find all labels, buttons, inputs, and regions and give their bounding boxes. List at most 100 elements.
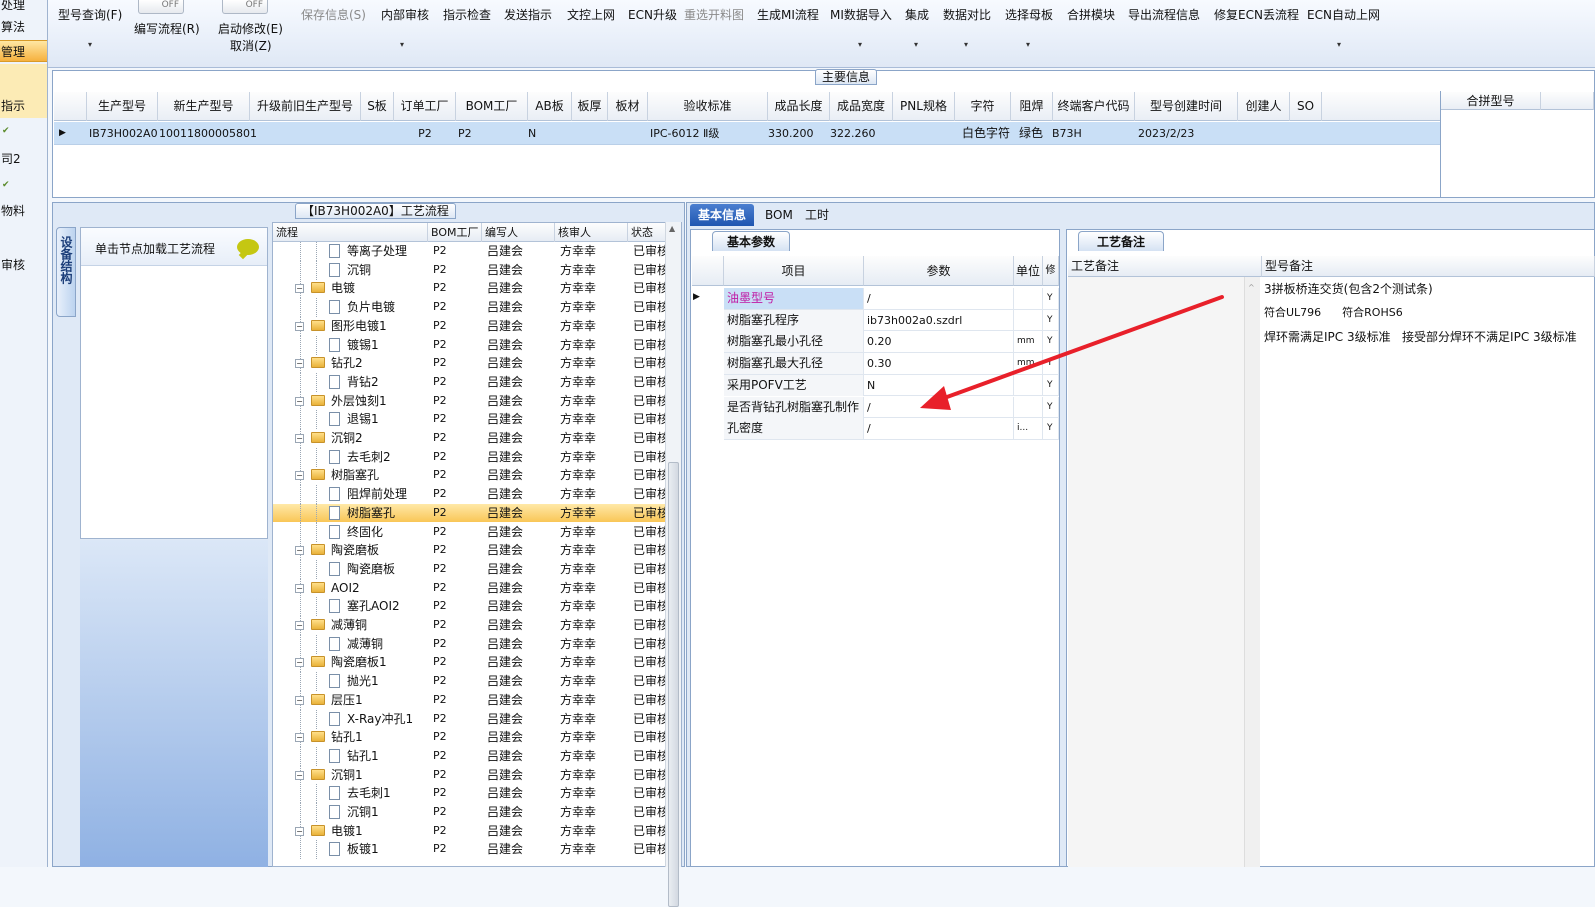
tree-row[interactable]: − 沉铜2 P2 吕建会 方幸幸 已审核 (273, 429, 669, 448)
tree-cell-writer[interactable]: 吕建会 (487, 747, 547, 765)
tree-cell-writer[interactable]: 吕建会 (487, 523, 547, 541)
tree-cell-writer[interactable]: 吕建会 (487, 728, 547, 746)
col-header[interactable]: 合拼型号 (1441, 92, 1541, 110)
tree-cell-writer[interactable]: 吕建会 (487, 597, 547, 615)
col-header[interactable]: 验收标准 (648, 92, 768, 121)
tree-cell-bom[interactable]: P2 (433, 560, 473, 578)
tree-cell-writer[interactable]: 吕建会 (487, 653, 547, 671)
tree-cell-status[interactable]: 已审核 (633, 298, 669, 316)
tree-cell-status[interactable]: 已审核 (633, 635, 669, 653)
col-header[interactable]: 工艺备注 (1068, 256, 1262, 277)
param-cell-value[interactable]: / (864, 288, 1014, 309)
tree-row[interactable]: 退锡1 P2 吕建会 方幸幸 已审核 (273, 410, 669, 430)
tree-cell-status[interactable]: 已审核 (633, 691, 669, 709)
cell-ab-board[interactable]: N (528, 122, 538, 145)
tree-cell-writer[interactable]: 吕建会 (487, 840, 547, 858)
tree-cell-writer[interactable]: 吕建会 (487, 579, 547, 597)
equipment-structure-tab[interactable]: 设备结构 (56, 227, 76, 317)
tree-row[interactable]: 陶瓷磨板 P2 吕建会 方幸幸 已审核 (273, 559, 669, 579)
chevron-down-icon[interactable]: ▾ (1026, 40, 1030, 49)
tree-cell-checker[interactable]: 方幸幸 (560, 485, 620, 503)
tree-cell-status[interactable]: 已审核 (633, 747, 669, 765)
nav-item-management[interactable]: 管理 (0, 40, 47, 62)
tree-cell-writer[interactable]: 吕建会 (487, 784, 547, 802)
tree-cell-bom[interactable]: P2 (433, 298, 473, 316)
tree-row[interactable]: 板镀1 P2 吕建会 方幸幸 已审核 (273, 840, 669, 860)
expander-icon[interactable]: − (295, 770, 304, 780)
scroll-thumb[interactable] (668, 462, 679, 907)
tree-cell-status[interactable]: 已审核 (633, 728, 669, 746)
expander-icon[interactable]: − (295, 695, 304, 705)
tree-cell-checker[interactable]: 方幸幸 (560, 560, 620, 578)
process-tree-grid[interactable]: 流程 BOM工厂 编写人 核审人 状态 等离子处理 P2 吕建会 方幸幸 已审核 沉铜 P2… (272, 222, 682, 867)
tree-cell-checker[interactable]: 方幸幸 (560, 523, 620, 541)
param-cell-item[interactable]: 油墨型号 (724, 288, 864, 309)
generate-mi-flow-button[interactable]: 生成MI流程 (757, 6, 819, 23)
tree-cell-bom[interactable]: P2 (433, 373, 473, 391)
tree-cell-bom[interactable]: P2 (433, 354, 473, 372)
tree-cell-status[interactable]: 已审核 (633, 466, 669, 484)
col-header[interactable]: 终端客户代码 (1053, 92, 1135, 121)
cell-width[interactable]: 322.260 (830, 122, 890, 145)
tree-cell-writer[interactable]: 吕建会 (487, 541, 547, 559)
col-header[interactable]: 流程 (273, 223, 428, 242)
tab-work-hours[interactable]: 工时 (797, 204, 837, 226)
tree-cell-bom[interactable]: P2 (433, 766, 473, 784)
tree-cell-bom[interactable]: P2 (433, 784, 473, 802)
mi-data-import-button[interactable]: MI数据导入 (830, 6, 892, 23)
param-cell-item[interactable]: 树脂塞孔最大孔径 (724, 353, 864, 375)
tree-cell-checker[interactable]: 方幸幸 (560, 448, 620, 466)
tab-process-remarks[interactable]: 工艺备注 (1078, 231, 1164, 251)
tree-cell-checker[interactable]: 方幸幸 (560, 242, 620, 260)
param-cell-unit[interactable] (1014, 288, 1043, 309)
tree-cell-bom[interactable]: P2 (433, 747, 473, 765)
expander-icon[interactable]: − (295, 546, 304, 556)
tree-cell-bom[interactable]: P2 (433, 728, 473, 746)
param-cell-unit[interactable] (1014, 374, 1043, 396)
tree-cell-status[interactable]: 已审核 (633, 653, 669, 671)
tree-cell-status[interactable]: 已审核 (633, 616, 669, 634)
integrate-button[interactable]: 集成 (905, 6, 929, 23)
tree-cell-writer[interactable]: 吕建会 (487, 242, 547, 260)
param-cell-unit[interactable] (1014, 396, 1043, 418)
param-cell-unit[interactable]: mm (1014, 353, 1043, 375)
tree-cell-writer[interactable]: 吕建会 (487, 392, 547, 410)
tree-cell-checker[interactable]: 方幸幸 (560, 541, 620, 559)
tree-row[interactable]: − 层压1 P2 吕建会 方幸幸 已审核 (273, 690, 669, 710)
tree-cell-name[interactable]: 阻焊前处理 (347, 485, 437, 503)
tree-cell-status[interactable]: 已审核 (633, 766, 669, 784)
tree-cell-checker[interactable]: 方幸幸 (560, 466, 620, 484)
expander-icon[interactable]: − (295, 359, 304, 369)
internal-review-button[interactable]: 内部审核 (381, 6, 429, 23)
tree-cell-writer[interactable]: 吕建会 (487, 429, 547, 447)
tree-cell-bom[interactable]: P2 (433, 504, 473, 522)
tree-row[interactable]: − AOI2 P2 吕建会 方幸幸 已审核 (273, 578, 669, 598)
tree-cell-status[interactable]: 已审核 (633, 261, 669, 279)
col-header[interactable]: 生产型号 (87, 92, 158, 121)
tree-row[interactable]: − 陶瓷磨板 P2 吕建会 方幸幸 已审核 (273, 541, 669, 561)
tree-cell-name[interactable]: AOI2 (331, 579, 421, 597)
tree-row[interactable]: − 减薄铜 P2 吕建会 方幸幸 已审核 (273, 616, 669, 635)
tree-cell-name[interactable]: 陶瓷磨板 (331, 541, 421, 559)
tree-row[interactable]: 阻焊前处理 P2 吕建会 方幸幸 已审核 (273, 485, 669, 505)
tree-cell-checker[interactable]: 方幸幸 (560, 616, 620, 634)
tree-cell-checker[interactable]: 方幸幸 (560, 653, 620, 671)
tree-cell-writer[interactable]: 吕建会 (487, 504, 547, 522)
tree-cell-checker[interactable]: 方幸幸 (560, 691, 620, 709)
param-cell-item[interactable]: 树脂塞孔最小孔径 (724, 331, 864, 353)
param-cell-value[interactable]: 0.30 (864, 353, 1014, 375)
scroll-up-icon[interactable]: ▲ (669, 224, 675, 233)
instruction-check-button[interactable]: 指示检查 (443, 6, 491, 23)
col-header[interactable]: 升级前旧生产型号 (250, 92, 361, 121)
col-header[interactable]: 项目 (724, 256, 864, 286)
param-cell-value[interactable]: ib73h002a0.szdrl (864, 309, 1014, 331)
tree-cell-name[interactable]: 树脂塞孔 (347, 504, 437, 522)
expander-icon[interactable]: − (295, 658, 304, 668)
tree-cell-checker[interactable]: 方幸幸 (560, 392, 620, 410)
tree-cell-name[interactable]: 镀锡1 (347, 336, 437, 354)
param-cell-item[interactable]: 是否背钻孔树脂塞孔制作 (724, 396, 864, 418)
toggle-switch-1[interactable]: OFF (138, 0, 184, 14)
tree-scrollbar[interactable]: ▲ (665, 222, 681, 907)
tree-cell-status[interactable]: 已审核 (633, 822, 669, 840)
param-cell-unit[interactable] (1014, 309, 1043, 331)
